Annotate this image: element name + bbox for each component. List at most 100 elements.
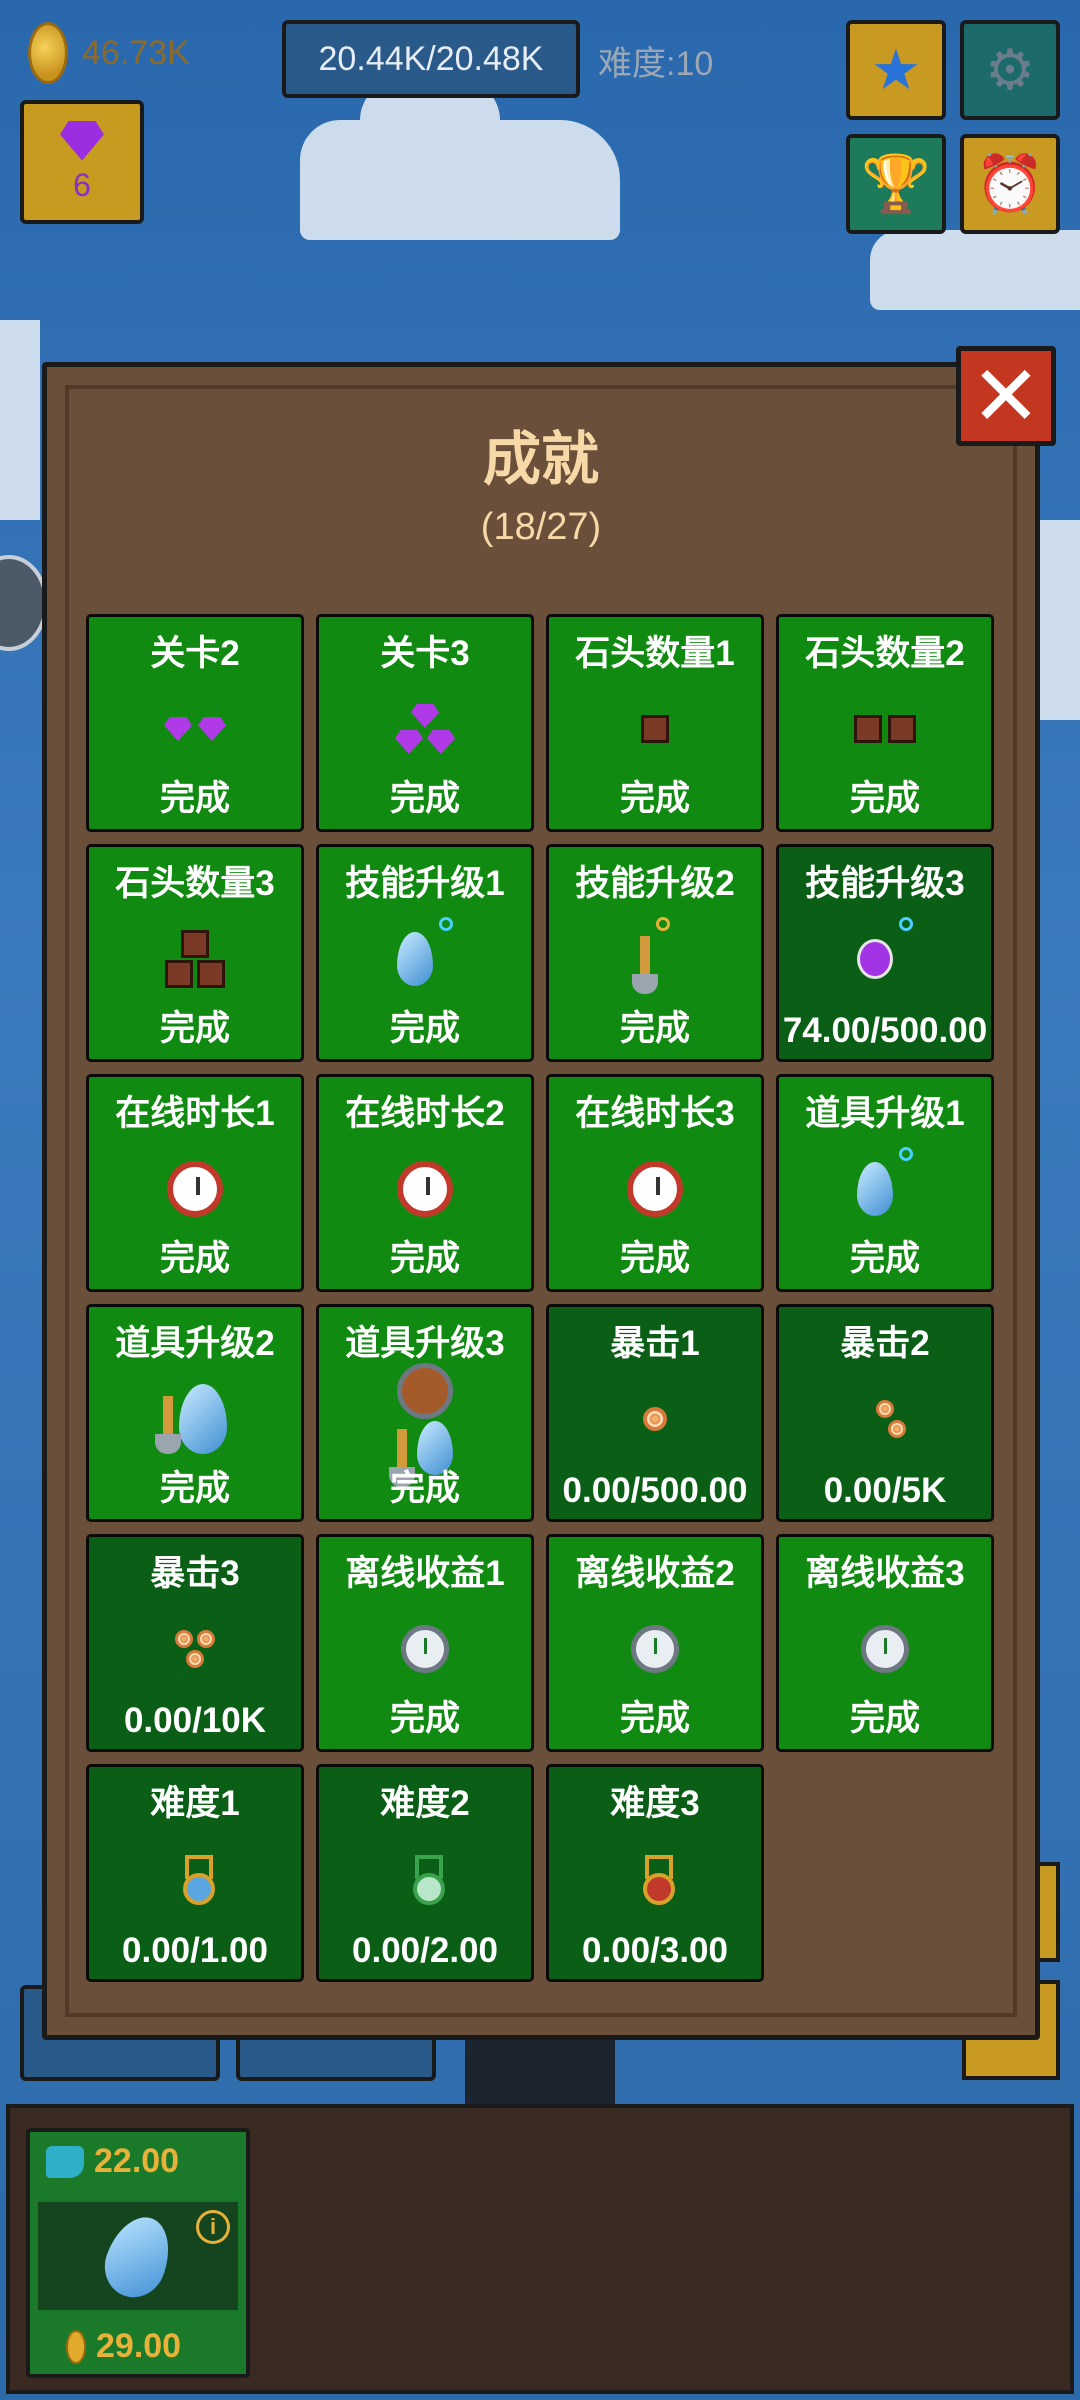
star-button[interactable]: ★	[846, 20, 946, 120]
achievement-card[interactable]: 技能升级1 完成	[316, 844, 534, 1062]
achievement-status: 完成	[389, 779, 460, 818]
target-cluster-icon	[89, 1607, 301, 1691]
achievement-card[interactable]: 石头数量2 完成	[776, 614, 994, 832]
achievement-card[interactable]: 道具升级2 完成	[86, 1304, 304, 1522]
achievement-card[interactable]: 技能升级2 完成	[546, 844, 764, 1062]
achievement-card[interactable]: 难度3 0.00/3.00	[546, 1764, 764, 1982]
coin-cost-value: 29.00	[96, 2327, 182, 2365]
stopwatch-icon	[779, 1607, 991, 1691]
item-preview: i	[38, 2202, 238, 2310]
upgrade-cost: 22.00	[46, 2142, 179, 2181]
clock-icon: ⏰	[975, 152, 1045, 215]
water-drop-icon	[779, 1147, 991, 1231]
achievement-name: 暴击2	[840, 1324, 930, 1363]
achievement-status: 完成	[619, 1239, 690, 1278]
achievement-status: 0.00/10K	[123, 1701, 267, 1740]
star-icon: ★	[870, 38, 922, 101]
gem-counter[interactable]: 6	[20, 100, 144, 224]
achievement-status: 完成	[389, 1469, 460, 1508]
stopwatch-icon	[319, 1607, 531, 1691]
achievement-card[interactable]: 技能升级3 74.00/500.00	[776, 844, 994, 1062]
achievement-card[interactable]: 道具升级1 完成	[776, 1074, 994, 1292]
medal-red-icon	[549, 1837, 761, 1921]
achievement-name: 难度3	[610, 1784, 700, 1823]
water-drop-icon	[319, 917, 531, 1001]
achievement-name: 在线时长1	[115, 1094, 275, 1133]
stone-pile-icon	[89, 917, 301, 1001]
achievement-card[interactable]: 在线时长2 完成	[316, 1074, 534, 1292]
achievement-status: 0.00/2.00	[352, 1931, 498, 1970]
achievement-name: 离线收益1	[345, 1554, 505, 1593]
cloud	[0, 320, 40, 520]
achievement-status: 74.00/500.00	[782, 1011, 988, 1050]
achievement-status: 完成	[389, 1699, 460, 1738]
achievements-button[interactable]: 🏆	[846, 134, 946, 234]
gear-icon: ⚙	[984, 38, 1036, 101]
achievement-status: 0.00/5K	[823, 1471, 947, 1510]
achievement-name: 离线收益2	[575, 1554, 735, 1593]
achievement-card[interactable]: 难度1 0.00/1.00	[86, 1764, 304, 1982]
gem-icon	[89, 687, 301, 771]
clock-icon	[549, 1147, 761, 1231]
achievement-status: 完成	[389, 1239, 460, 1278]
achievement-card[interactable]: 离线收益2 完成	[546, 1534, 764, 1752]
shovel-icon	[549, 917, 761, 1001]
achievement-status: 完成	[389, 1009, 460, 1048]
achievement-card[interactable]: 离线收益3 完成	[776, 1534, 994, 1752]
achievement-card[interactable]: 离线收益1 完成	[316, 1534, 534, 1752]
achievement-card[interactable]: 暴击2 0.00/5K	[776, 1304, 994, 1522]
info-icon[interactable]: i	[196, 2210, 230, 2244]
achievement-name: 在线时长3	[575, 1094, 735, 1133]
achievement-name: 石头数量3	[115, 864, 275, 903]
achievement-status: 完成	[159, 779, 230, 818]
clock-button[interactable]: ⏰	[960, 134, 1060, 234]
achievement-card[interactable]: 石头数量3 完成	[86, 844, 304, 1062]
achievement-card[interactable]: 暴击1 0.00/500.00	[546, 1304, 764, 1522]
achievement-name: 石头数量1	[575, 634, 735, 673]
gem-icon	[60, 120, 104, 161]
achievement-name: 技能升级2	[575, 864, 735, 903]
achievement-card[interactable]: 道具升级3 完成	[316, 1304, 534, 1522]
achievement-card[interactable]: 在线时长1 完成	[86, 1074, 304, 1292]
achievement-card[interactable]: 暴击3 0.00/10K	[86, 1534, 304, 1752]
achievement-name: 关卡3	[380, 634, 470, 673]
achievement-progress: (18/27)	[480, 506, 602, 548]
achievement-name: 道具升级2	[115, 1324, 275, 1363]
achievement-name: 离线收益3	[805, 1554, 965, 1593]
achievement-card[interactable]: 关卡2 完成	[86, 614, 304, 832]
achievement-name: 暴击1	[610, 1324, 700, 1363]
gems-icon	[319, 687, 531, 771]
achievement-status: 0.00/3.00	[582, 1931, 728, 1970]
achievement-name: 道具升级1	[805, 1094, 965, 1133]
achievement-name: 在线时长2	[345, 1094, 505, 1133]
hammer-icon	[46, 2145, 84, 2178]
achievement-card[interactable]: 石头数量1 完成	[546, 614, 764, 832]
trophy-icon: 🏆	[861, 152, 931, 215]
coin-value: 46.73K	[82, 33, 190, 72]
cloud	[1040, 520, 1080, 720]
achievement-name: 石头数量2	[805, 634, 965, 673]
targets-icon	[779, 1377, 991, 1461]
achievement-card[interactable]: 在线时长3 完成	[546, 1074, 764, 1292]
water-drop-icon	[95, 2208, 181, 2306]
medal-green-icon	[319, 1837, 531, 1921]
achievement-status: 0.00/1.00	[122, 1931, 268, 1970]
achievement-card[interactable]: 难度2 0.00/2.00	[316, 1764, 534, 1982]
target-icon	[549, 1377, 761, 1461]
clock-icon	[319, 1147, 531, 1231]
shop-item-card[interactable]: 22.00 i 29.00	[26, 2128, 250, 2378]
achievement-name: 关卡2	[150, 634, 240, 673]
settings-button[interactable]: ⚙	[960, 20, 1060, 120]
cloud	[300, 80, 620, 240]
shovel-drop-icon	[89, 1377, 301, 1461]
difficulty-label: 难度:10	[598, 45, 714, 83]
shop-panel: 22.00 i 29.00	[6, 2104, 1074, 2394]
achievement-status: 完成	[159, 1469, 230, 1508]
gem-count: 6	[73, 166, 91, 203]
coin-icon	[66, 2329, 86, 2364]
achievement-card[interactable]: 关卡3 完成	[316, 614, 534, 832]
panel-title: 成就	[482, 427, 599, 492]
shield-shovel-drop-icon	[319, 1363, 531, 1487]
clock-icon	[89, 1147, 301, 1231]
achievement-name: 技能升级1	[345, 864, 505, 903]
